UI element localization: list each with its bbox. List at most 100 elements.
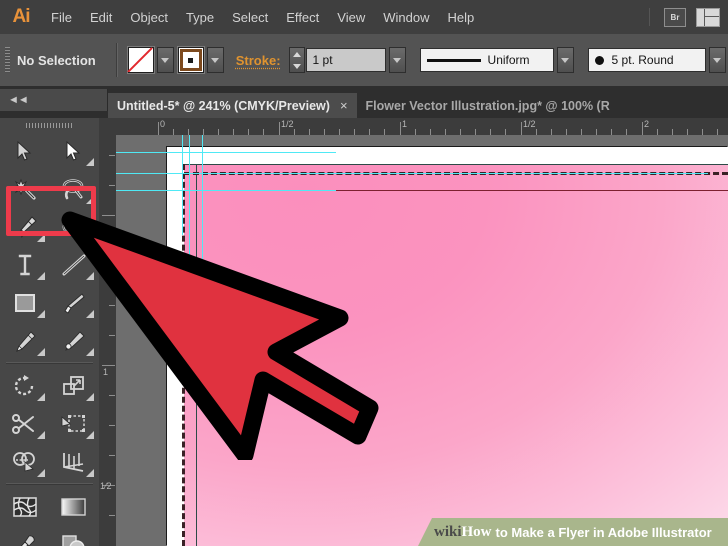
stroke-weight-dropdown-button[interactable]: [388, 47, 406, 73]
vertical-ruler[interactable]: 1 1⁄2: [99, 135, 117, 546]
wikihow-title: to Make a Flyer in Adobe Illustrator: [495, 524, 712, 540]
eyedropper-tool[interactable]: [0, 526, 49, 546]
curvature-pen-tool[interactable]: [49, 208, 98, 246]
shape-builder-tool[interactable]: [0, 443, 49, 481]
wikihow-watermark: wiki How to Make a Flyer in Adobe Illustr…: [418, 518, 728, 546]
stroke-weight-value[interactable]: 1 pt: [305, 48, 386, 72]
guide-horizontal-3[interactable]: [116, 190, 336, 191]
guide-vertical-3[interactable]: [182, 135, 183, 235]
control-bar: No Selection Stroke: 1 pt Uniform 5 pt. …: [0, 34, 728, 87]
menu-item-window[interactable]: Window: [374, 0, 438, 34]
rotate-tool[interactable]: [0, 367, 49, 405]
menu-divider: [649, 8, 650, 26]
tool-flyout-indicator-icon: [86, 393, 94, 401]
menu-item-edit[interactable]: Edit: [81, 0, 121, 34]
control-bar-grip[interactable]: [5, 47, 10, 73]
chevron-down-icon: [393, 57, 402, 63]
stroke-weight-label[interactable]: Stroke:: [236, 53, 281, 68]
pencil-tool[interactable]: [0, 322, 49, 360]
canvas-area[interactable]: [116, 135, 728, 546]
stroke-profile-select[interactable]: Uniform: [419, 48, 554, 72]
stroke-profile-preview-icon: [426, 58, 481, 62]
blend-tool[interactable]: [49, 526, 98, 546]
document-tab-untitled-5[interactable]: Untitled-5* @ 241% (CMYK/Preview) ×: [108, 93, 357, 118]
arrange-documents-icon[interactable]: [696, 7, 720, 27]
ruler-corner: [99, 118, 117, 136]
none-slash-icon: [127, 46, 153, 72]
stroke-dropdown-button[interactable]: [206, 47, 224, 73]
stroke-profile-dropdown-button[interactable]: [556, 47, 574, 73]
bleed-guide-vertical: [196, 164, 197, 546]
menu-item-file[interactable]: File: [42, 0, 81, 34]
line-segment-tool[interactable]: [49, 246, 98, 284]
document-tab-bar: ◄◄ Untitled-5* @ 241% (CMYK/Preview) × F…: [0, 86, 728, 119]
gradient-tool[interactable]: [49, 488, 98, 526]
tool-flyout-indicator-icon: [37, 234, 45, 242]
paintbrush-tool[interactable]: [49, 284, 98, 322]
tool-flyout-indicator-icon: [86, 348, 94, 356]
menu-bar-right-group: Br: [641, 0, 728, 34]
fill-dropdown-button[interactable]: [156, 47, 174, 73]
tools-panel-grip[interactable]: [0, 118, 99, 132]
control-divider: [115, 43, 118, 77]
stroke-swatch[interactable]: [177, 47, 204, 73]
guide-vertical-1[interactable]: [189, 135, 190, 305]
rectangle-tool[interactable]: [0, 284, 49, 322]
chevron-down-icon: [211, 57, 220, 63]
menu-bar: Ai File Edit Object Type Select Effect V…: [0, 0, 728, 35]
tools-panel: [0, 118, 100, 546]
chevron-down-icon: [161, 57, 170, 63]
tool-flyout-indicator-icon: [86, 469, 94, 477]
wikihow-brand-suffix: How: [461, 523, 492, 540]
document-tab-flower-vector[interactable]: Flower Vector Illustration.jpg* @ 100% (…: [356, 93, 619, 118]
perspective-grid-tool[interactable]: [49, 443, 98, 481]
guide-vertical-2[interactable]: [202, 135, 203, 305]
document-tab-label: Flower Vector Illustration.jpg* @ 100% (…: [365, 98, 610, 113]
selection-tool[interactable]: [0, 132, 49, 170]
illustrator-window: Ai File Edit Object Type Select Effect V…: [0, 0, 728, 546]
bridge-icon[interactable]: Br: [664, 7, 686, 27]
lasso-tool[interactable]: [49, 170, 98, 208]
fill-swatch[interactable]: [127, 46, 154, 73]
app-logo-icon: Ai: [12, 6, 31, 27]
pen-tool[interactable]: [0, 208, 49, 246]
menu-item-effect[interactable]: Effect: [277, 0, 328, 34]
selection-status: No Selection: [17, 52, 96, 68]
menu-item-type[interactable]: Type: [177, 0, 223, 34]
scissors-tool[interactable]: [0, 405, 49, 443]
close-icon[interactable]: ×: [340, 98, 348, 113]
menu-item-object[interactable]: Object: [121, 0, 177, 34]
mesh-tool[interactable]: [0, 488, 49, 526]
brush-definition-select[interactable]: 5 pt. Round: [587, 48, 706, 72]
menu-item-help[interactable]: Help: [438, 0, 483, 34]
panel-collapse-button[interactable]: ◄◄: [0, 89, 108, 111]
stepper-down-icon[interactable]: [290, 60, 304, 72]
guide-horizontal-2[interactable]: [116, 173, 708, 174]
tools-grid: [0, 132, 99, 546]
stepper-up-icon[interactable]: [290, 48, 304, 60]
tool-flyout-indicator-icon: [37, 272, 45, 280]
scale-tool[interactable]: [49, 367, 98, 405]
chevron-down-icon: [561, 57, 570, 63]
tool-flyout-indicator-icon: [37, 310, 45, 318]
horizontal-ruler[interactable]: 0 1/2 1 1/2 2: [116, 118, 728, 136]
direct-selection-tool[interactable]: [49, 132, 98, 170]
stroke-weight-stepper[interactable]: [288, 47, 305, 73]
magic-wand-tool[interactable]: [0, 170, 49, 208]
brush-definition-dropdown-button[interactable]: [708, 47, 726, 73]
tools-divider: [6, 362, 93, 364]
tool-flyout-indicator-icon: [86, 196, 94, 204]
type-tool[interactable]: [0, 246, 49, 284]
ruler-label-h-half: 1/2: [281, 119, 294, 129]
menu-item-view[interactable]: View: [328, 0, 374, 34]
artboard[interactable]: [184, 164, 728, 546]
ruler-label-v-1: 1: [102, 367, 108, 377]
tool-flyout-indicator-icon: [86, 158, 94, 166]
artboard-edge: [184, 164, 728, 165]
free-transform-tool[interactable]: [49, 405, 98, 443]
tool-flyout-indicator-icon: [86, 272, 94, 280]
blob-brush-tool[interactable]: [49, 322, 98, 360]
guide-horizontal-1[interactable]: [116, 152, 336, 153]
chevron-down-icon: [713, 57, 722, 63]
menu-item-select[interactable]: Select: [223, 0, 277, 34]
